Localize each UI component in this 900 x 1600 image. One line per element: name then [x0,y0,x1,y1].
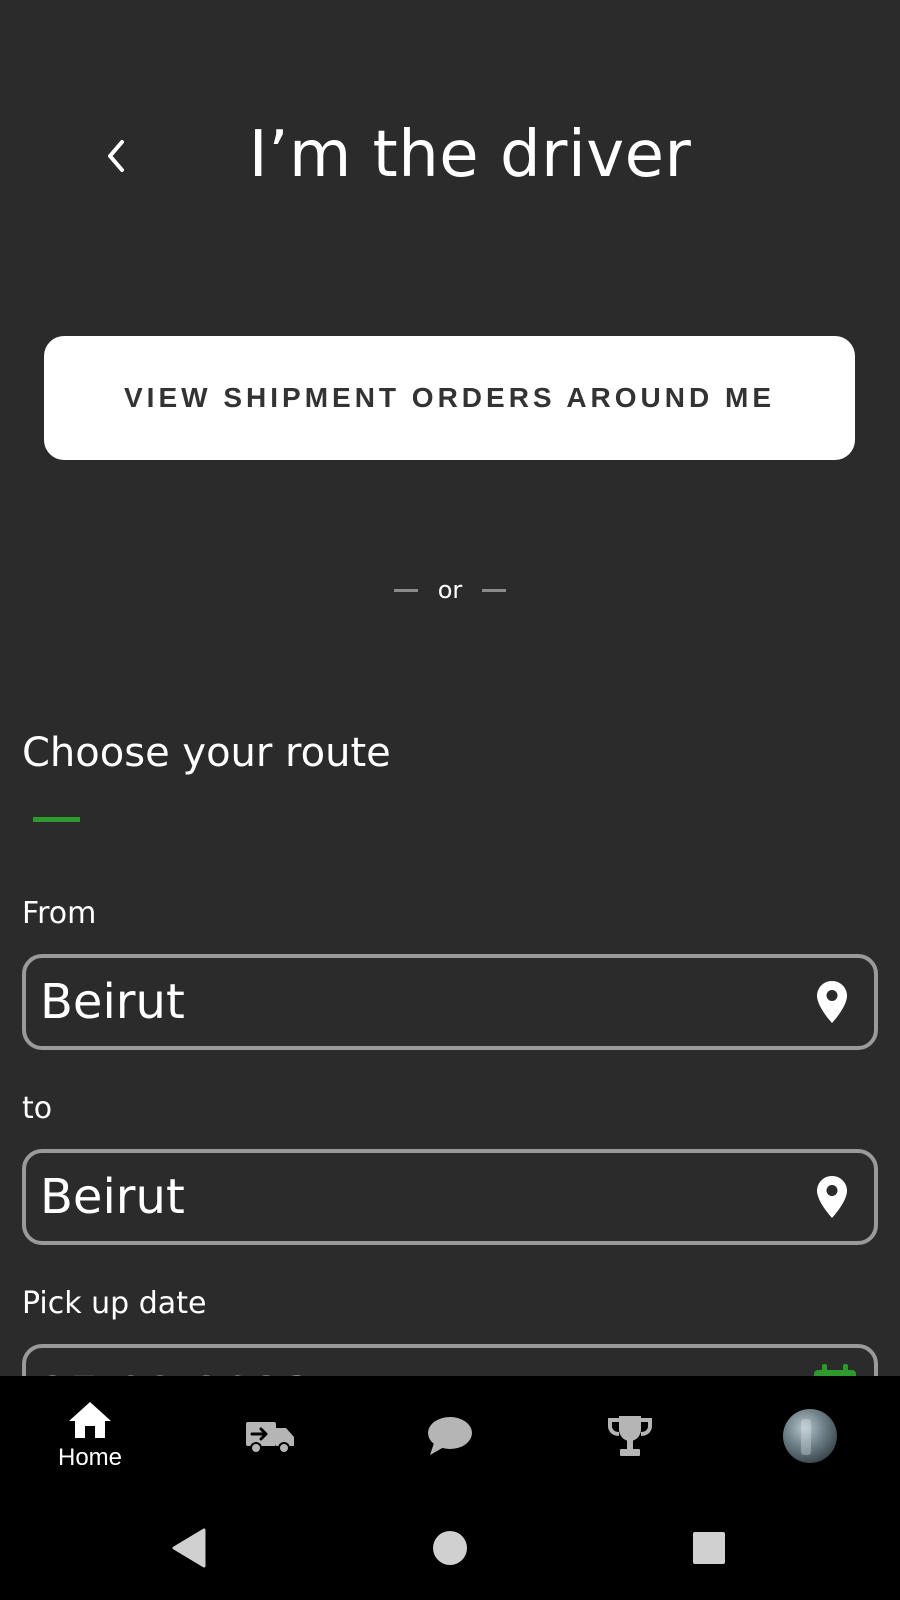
nav-achievements[interactable] [540,1376,720,1496]
map-pin-icon[interactable] [814,978,850,1026]
pickup-date-field[interactable]: 27/09/2023 [22,1344,878,1376]
or-divider: or [380,572,520,608]
recents-square-icon [693,1532,725,1564]
home-circle-icon [433,1531,467,1565]
to-field[interactable]: Beirut [22,1149,878,1245]
system-navigation-bar [0,1496,900,1600]
to-value: Beirut [40,1169,185,1225]
chat-bubble-icon [428,1417,472,1455]
profile-avatar [783,1409,837,1463]
driver-screen: I’m the driver VIEW SHIPMENT ORDERS AROU… [0,0,900,1376]
section-title: Choose your route [22,730,391,776]
from-label: From [22,896,97,931]
nav-profile[interactable] [720,1376,900,1496]
system-recents-button[interactable] [681,1520,737,1576]
home-icon [69,1402,111,1438]
bottom-nav: Home [0,1376,900,1496]
system-home-button[interactable] [422,1520,478,1576]
system-back-button[interactable] [160,1520,216,1576]
page-title: I’m the driver [248,118,692,192]
nav-chat[interactable] [360,1376,540,1496]
view-shipment-orders-button[interactable]: VIEW SHIPMENT ORDERS AROUND ME [44,336,855,460]
back-button[interactable] [88,128,144,184]
or-text: or [437,576,463,604]
from-field[interactable]: Beirut [22,954,878,1050]
trophy-icon [608,1416,652,1456]
nav-home[interactable]: Home [0,1376,180,1496]
map-pin-icon[interactable] [814,1173,850,1221]
delivery-truck-icon [246,1422,294,1454]
nav-shipments[interactable] [180,1376,360,1496]
divider-line-left [393,588,418,592]
pickup-date-label: Pick up date [22,1286,207,1321]
divider-line-right [482,588,507,592]
back-triangle-icon [172,1528,206,1568]
to-label: to [22,1091,53,1126]
nav-home-label: Home [57,1444,123,1471]
from-value: Beirut [40,974,185,1030]
calendar-icon[interactable] [812,1364,858,1376]
view-shipment-orders-label: VIEW SHIPMENT ORDERS AROUND ME [124,382,775,413]
pickup-date-value: 27/09/2023 [40,1368,314,1376]
chevron-left-icon [108,140,124,172]
section-accent-bar [33,817,80,822]
